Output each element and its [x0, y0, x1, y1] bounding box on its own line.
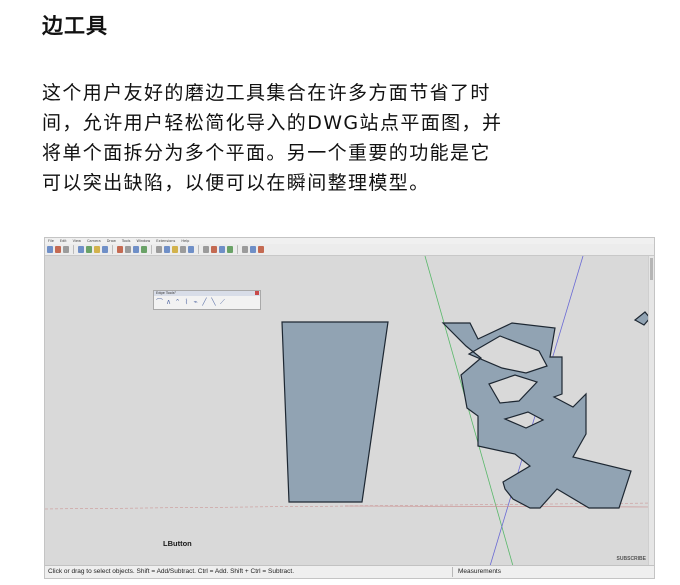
- sketchup-screenshot: File Edit View Camera Draw Tools Window …: [44, 237, 655, 579]
- description-line: 这个用户友好的磨边工具集合在许多方面节省了时: [42, 82, 491, 104]
- menu-help[interactable]: Help: [181, 239, 189, 243]
- toolbar-divider: [112, 245, 113, 254]
- edge-icon-8[interactable]: ⟋: [219, 299, 226, 306]
- style-icon[interactable]: [219, 246, 225, 253]
- menu-extensions[interactable]: Extensions: [156, 239, 175, 243]
- move-icon[interactable]: [141, 246, 147, 253]
- edge-icon-1[interactable]: ⌒: [156, 299, 163, 306]
- pan-icon[interactable]: [180, 246, 186, 253]
- edge-tools-title: Edge Tools²: [154, 291, 260, 296]
- description-line: 将单个面拆分为多个平面。另一个重要的功能是它: [42, 142, 491, 164]
- main-toolbar: [45, 244, 654, 256]
- edge-icon-7[interactable]: ╲: [210, 299, 217, 306]
- measurements-label: Measurements: [458, 568, 501, 575]
- close-icon[interactable]: [255, 291, 259, 295]
- scale-icon[interactable]: [164, 246, 170, 253]
- edge-tools-toolbar: Edge Tools² ⌒ ∧ ⌃ ⌇ ⌁ ╱ ╲ ⟋: [153, 290, 261, 310]
- status-bar: Click or drag to select objects. Shift =…: [45, 565, 654, 578]
- new-icon[interactable]: [47, 246, 53, 253]
- edge-icon-2[interactable]: ∧: [165, 299, 172, 306]
- description-line: 间，允许用户轻松简化导入的DWG站点平面图，并: [42, 112, 503, 134]
- status-hint: Click or drag to select objects. Shift =…: [48, 568, 295, 575]
- menu-edit[interactable]: Edit: [60, 239, 67, 243]
- menu-view[interactable]: View: [73, 239, 81, 243]
- vertical-scrollbar[interactable]: [648, 256, 654, 566]
- camera-icon[interactable]: [203, 246, 209, 253]
- menu-window[interactable]: Window: [136, 239, 150, 243]
- toolbar-divider: [151, 245, 152, 254]
- group-icon[interactable]: [250, 246, 256, 253]
- description-line: 可以突出缺陷，以便可以在瞬间整理模型。: [42, 172, 430, 194]
- edge-icon-4[interactable]: ⌇: [183, 299, 190, 306]
- menu-draw[interactable]: Draw: [107, 239, 116, 243]
- menu-file[interactable]: File: [48, 239, 54, 243]
- menu-tools[interactable]: Tools: [122, 239, 131, 243]
- edge-icon-3[interactable]: ⌃: [174, 299, 181, 306]
- measurements-box[interactable]: Measurements: [452, 567, 654, 577]
- eraser-icon[interactable]: [86, 246, 92, 253]
- edge-icon-5[interactable]: ⌁: [192, 299, 199, 306]
- toolbar-divider: [73, 245, 74, 254]
- zoom-icon[interactable]: [188, 246, 194, 253]
- lbutton-label: LButton: [163, 539, 192, 548]
- arc-icon[interactable]: [117, 246, 123, 253]
- open-icon[interactable]: [55, 246, 61, 253]
- save-icon[interactable]: [63, 246, 69, 253]
- extension-icon[interactable]: [258, 246, 264, 253]
- shadow-icon[interactable]: [227, 246, 233, 253]
- model-viewport[interactable]: [45, 256, 654, 566]
- toolbar-divider: [237, 245, 238, 254]
- rotate-icon[interactable]: [156, 246, 162, 253]
- edge-icon-6[interactable]: ╱: [201, 299, 208, 306]
- complex-face: [441, 322, 632, 509]
- subscribe-watermark: SUBSCRIBE: [616, 556, 646, 562]
- orbit-icon[interactable]: [172, 246, 178, 253]
- trapezoid-face: [281, 321, 389, 503]
- menu-camera[interactable]: Camera: [87, 239, 101, 243]
- description-paragraph: 这个用户友好的磨边工具集合在许多方面节省了时 间，允许用户轻松简化导入的DWG站…: [42, 78, 647, 198]
- section-icon[interactable]: [211, 246, 217, 253]
- component-icon[interactable]: [242, 246, 248, 253]
- line-icon[interactable]: [102, 246, 108, 253]
- toolbar-divider: [198, 245, 199, 254]
- paint-icon[interactable]: [94, 246, 100, 253]
- rectangle-icon[interactable]: [125, 246, 131, 253]
- section-heading: 边工具: [42, 14, 108, 38]
- select-icon[interactable]: [78, 246, 84, 253]
- push-pull-icon[interactable]: [133, 246, 139, 253]
- scrollbar-thumb[interactable]: [650, 258, 653, 280]
